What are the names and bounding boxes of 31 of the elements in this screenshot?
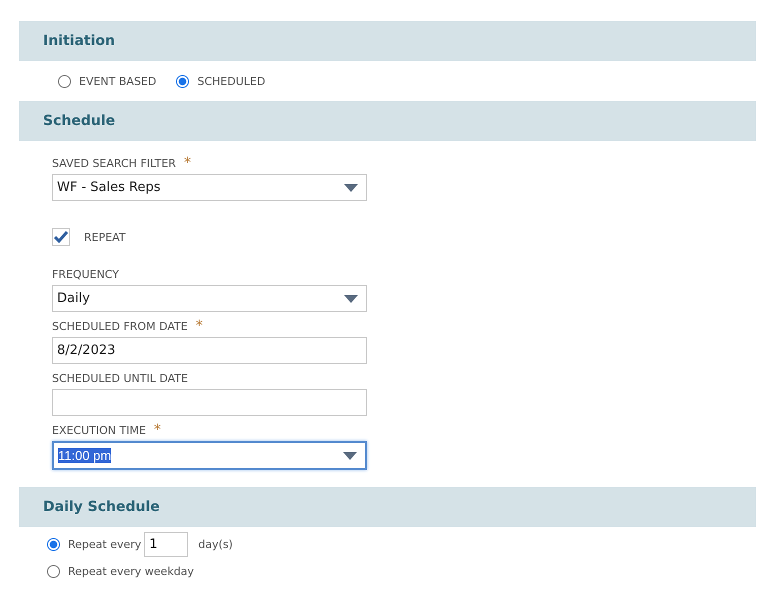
required-marker: * (196, 318, 203, 334)
radio-button[interactable] (58, 74, 71, 88)
unit-label: day(s) (198, 538, 233, 551)
field-label: EXECUTION TIME (52, 424, 146, 436)
caret-icon (343, 452, 357, 460)
section-title: Schedule (43, 113, 116, 129)
caret-icon (344, 294, 358, 302)
dropdown[interactable]: Daily (52, 285, 367, 312)
dropdown[interactable]: 11:00 pm (52, 441, 367, 470)
radio-button[interactable] (47, 565, 60, 578)
field-label: SCHEDULED UNTIL DATE (52, 372, 188, 384)
radio-button[interactable] (47, 538, 60, 551)
radio-label: EVENT BASED (79, 74, 156, 88)
checkbox[interactable] (52, 228, 70, 246)
field-label: FREQUENCY (52, 268, 120, 280)
radio-label: Repeat every weekday (68, 565, 194, 578)
input-field[interactable] (52, 389, 367, 416)
dropdown[interactable]: WF - Sales Reps (52, 174, 367, 201)
number-field[interactable]: 1 (144, 532, 188, 557)
caret-icon (344, 184, 358, 192)
required-marker: * (154, 422, 161, 438)
radio-label: Repeat every (68, 538, 142, 551)
input-field[interactable]: 8/2/2023 (52, 337, 367, 364)
required-marker: * (184, 155, 191, 171)
radio-label: SCHEDULED (197, 74, 266, 88)
checkbox-label: REPEAT (84, 230, 126, 244)
field-label: SCHEDULED FROM DATE (52, 320, 188, 332)
radio-button[interactable] (176, 74, 190, 88)
section-title: Daily Schedule (43, 499, 160, 515)
field-label: SAVED SEARCH FILTER (52, 156, 176, 170)
section-title: Initiation (43, 33, 115, 49)
